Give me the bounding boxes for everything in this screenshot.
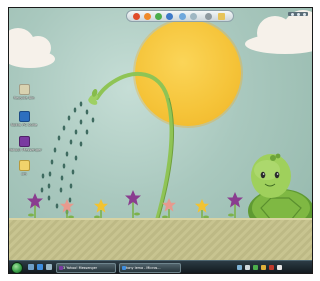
yahoo-messenger-icon [18, 136, 30, 147]
internet-explorer-icon [121, 265, 126, 270]
internet-explorer-icon[interactable] [37, 264, 43, 270]
nokia-pc-suite-icon [18, 111, 30, 122]
sync-icon[interactable] [277, 265, 282, 270]
taskbar-button-browser[interactable]: tony lema - Micros... [119, 262, 181, 273]
desktop-icon-cm[interactable]: cm [9, 160, 39, 176]
yahoo-messenger-icon [58, 265, 63, 270]
desktop-icon-recycle-bin[interactable]: Recycle Bin [9, 84, 39, 100]
desktop-icon-nokia-pc-suite[interactable]: Nokia PC Suite [9, 111, 39, 127]
flower-purple [27, 193, 43, 221]
media-player-icon[interactable] [166, 12, 173, 20]
mail-icon[interactable] [144, 12, 151, 20]
water-drops [40, 101, 95, 215]
sidebar-button-icon[interactable] [291, 12, 294, 16]
antivirus-icon[interactable] [269, 265, 274, 270]
help-icon[interactable] [190, 12, 197, 20]
messenger-icon[interactable] [155, 12, 162, 20]
volume-icon[interactable] [245, 265, 250, 270]
internet-explorer-icon[interactable] [179, 12, 186, 20]
quick-launch-toolbar[interactable] [126, 10, 234, 22]
sidebar-button-icon[interactable] [303, 12, 306, 16]
taskbar-button-yahoo-messenger[interactable]: 3 Yahoo! Messenger [56, 262, 116, 273]
tool-icon[interactable] [205, 12, 212, 20]
recycle-bin-icon [18, 84, 30, 95]
desktop-icon-label: Yahoo! Messenger [9, 148, 42, 152]
desktop-icon-label: cm [21, 172, 27, 176]
taskbar-button-label: 3 Yahoo! Messenger [63, 265, 98, 270]
photo-frame: Recycle Bin Nokia PC Suite Yahoo! Messen… [0, 0, 320, 281]
ground-pattern [9, 220, 312, 260]
taskbar: 3 Yahoo! Messenger tony lema - Micros... [9, 260, 312, 273]
switch-windows-icon[interactable] [46, 264, 52, 270]
desktop-icon-yahoo-messenger[interactable]: Yahoo! Messenger [9, 136, 42, 152]
windows-flag-icon[interactable] [133, 12, 140, 20]
folder-icon[interactable] [218, 12, 225, 20]
folder-icon [18, 160, 30, 171]
show-desktop-icon[interactable] [28, 264, 34, 270]
sidebar-button-icon[interactable] [297, 12, 300, 16]
desktop-screen: Recycle Bin Nokia PC Suite Yahoo! Messen… [8, 7, 313, 274]
sidebar-gadget-strip[interactable] [288, 12, 308, 16]
desktop-icon-label: Nokia PC Suite [10, 123, 38, 127]
taskbar-button-label: tony lema - Micros... [126, 265, 161, 270]
watering-spout-icon [88, 89, 98, 105]
network-icon[interactable] [237, 265, 242, 270]
desktop-wallpaper: Recycle Bin Nokia PC Suite Yahoo! Messen… [9, 8, 312, 260]
start-button[interactable] [11, 261, 23, 273]
messenger-tray-icon[interactable] [253, 265, 258, 270]
shield-icon[interactable] [261, 265, 266, 270]
desktop-icon-label: Recycle Bin [13, 96, 35, 100]
